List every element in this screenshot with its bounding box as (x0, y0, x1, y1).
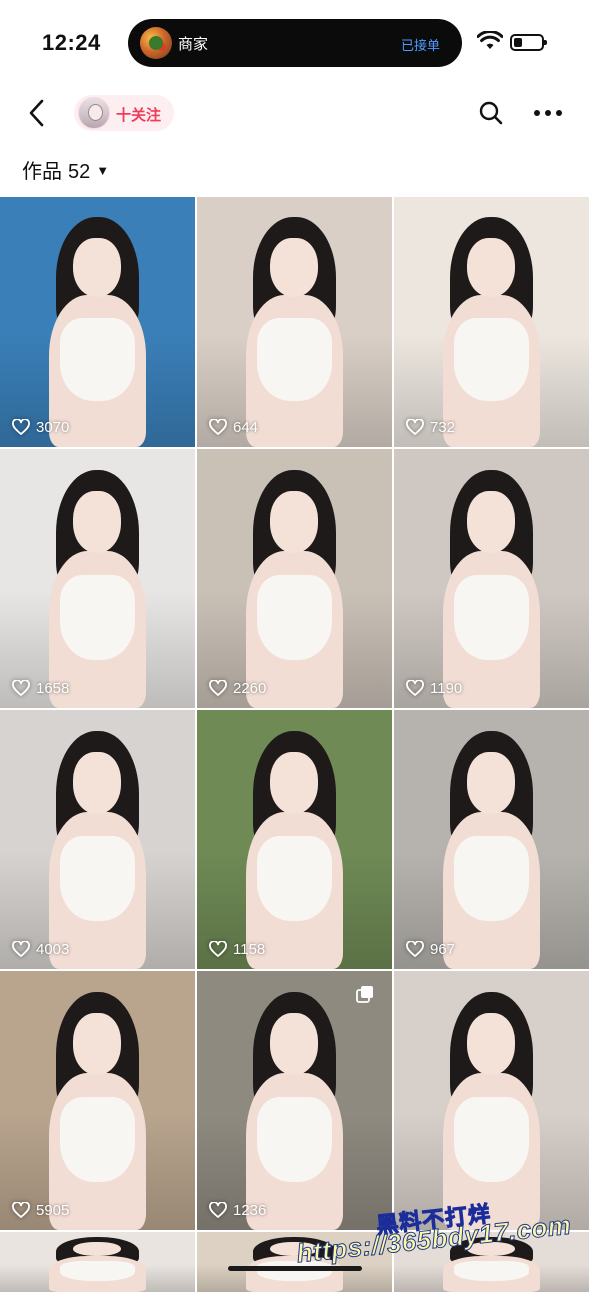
status-bar: 12:24 商家 已接单 (0, 0, 589, 84)
multi-image-icon (356, 986, 373, 1003)
work-tile[interactable]: 1658 (0, 449, 195, 708)
wifi-icon (477, 31, 503, 49)
photo-subject (437, 1236, 546, 1292)
work-tile[interactable]: 967 (394, 710, 589, 969)
like-count: 1658 (12, 678, 69, 698)
back-arrow-icon[interactable] (22, 96, 52, 130)
status-time: 12:24 (42, 30, 101, 55)
work-tile[interactable]: 644 (197, 197, 392, 447)
work-tile[interactable]: 2260 (197, 449, 392, 708)
heart-icon (12, 1202, 30, 1218)
work-tile[interactable]: 1236 (197, 971, 392, 1230)
photo-subject (43, 469, 152, 708)
avatar (78, 97, 110, 129)
home-indicator[interactable] (228, 1266, 362, 1271)
like-count: 967 (406, 939, 455, 959)
caret-down-icon: ▼ (96, 163, 110, 178)
like-count-value: 644 (233, 418, 259, 436)
dynamic-island[interactable]: 商家 已接单 (128, 19, 462, 67)
like-count: 4003 (12, 939, 69, 959)
like-count-value: 5905 (36, 1201, 70, 1219)
heart-icon (12, 419, 30, 435)
like-count-value: 1236 (233, 1201, 267, 1219)
like-count: 5905 (12, 1200, 69, 1220)
work-tile[interactable] (197, 1232, 392, 1292)
heart-icon (209, 419, 227, 435)
photo-subject (437, 991, 546, 1230)
work-tile[interactable]: 5905 (0, 971, 195, 1230)
heart-icon (209, 1202, 227, 1218)
photo-subject (43, 991, 152, 1230)
search-icon[interactable] (478, 100, 504, 126)
follow-label: 十关注 (116, 107, 162, 124)
heart-icon (406, 419, 424, 435)
photo-subject (43, 730, 152, 969)
heart-icon (209, 680, 227, 696)
island-order-status: 已接单 (400, 38, 440, 53)
like-count-value: 1158 (233, 940, 266, 958)
like-count-value: 3070 (36, 418, 70, 436)
photo-subject (43, 217, 152, 447)
like-count-value: 967 (430, 940, 456, 958)
photo-subject (43, 1236, 152, 1292)
photo-subject (240, 991, 349, 1230)
heart-icon (12, 941, 30, 957)
photo-subject (240, 469, 349, 708)
like-count-value: 2260 (233, 679, 267, 697)
heart-icon (406, 680, 424, 696)
follow-button[interactable]: 十关注 (74, 95, 174, 131)
like-count-value: 4003 (36, 940, 70, 958)
like-count-value: 1190 (430, 679, 463, 697)
works-filter[interactable]: 作品 52 ▼ (22, 155, 109, 185)
heart-icon (406, 941, 424, 957)
battery-icon (510, 34, 547, 51)
like-count: 644 (209, 417, 258, 437)
photo-subject (240, 730, 349, 969)
more-options-icon[interactable] (533, 100, 563, 126)
work-tile[interactable]: 1190 (394, 449, 589, 708)
merchant-app-icon (140, 27, 172, 59)
like-count: 1190 (406, 678, 462, 698)
photo-subject (437, 217, 546, 447)
photo-subject (437, 469, 546, 708)
heart-icon (209, 941, 227, 957)
like-count: 732 (406, 417, 455, 437)
work-tile[interactable] (394, 971, 589, 1230)
like-count-value: 732 (430, 418, 456, 436)
works-count: 52 (68, 161, 91, 183)
work-tile[interactable]: 3070 (0, 197, 195, 447)
photo-subject (240, 1236, 349, 1292)
island-app-name: 商家 (178, 36, 209, 53)
like-count: 3070 (12, 417, 69, 437)
photo-subject (240, 217, 349, 447)
photo-subject (437, 730, 546, 969)
work-tile[interactable]: 1158 (197, 710, 392, 969)
work-tile[interactable] (0, 1232, 195, 1292)
work-tile[interactable]: 732 (394, 197, 589, 447)
like-count: 1158 (209, 939, 265, 959)
like-count: 1236 (209, 1200, 266, 1220)
like-count-value: 1658 (36, 679, 70, 697)
like-count: 2260 (209, 678, 266, 698)
work-tile[interactable] (394, 1232, 589, 1292)
heart-icon (12, 680, 30, 696)
work-tile[interactable]: 4003 (0, 710, 195, 969)
works-label: 作品 (22, 161, 62, 183)
